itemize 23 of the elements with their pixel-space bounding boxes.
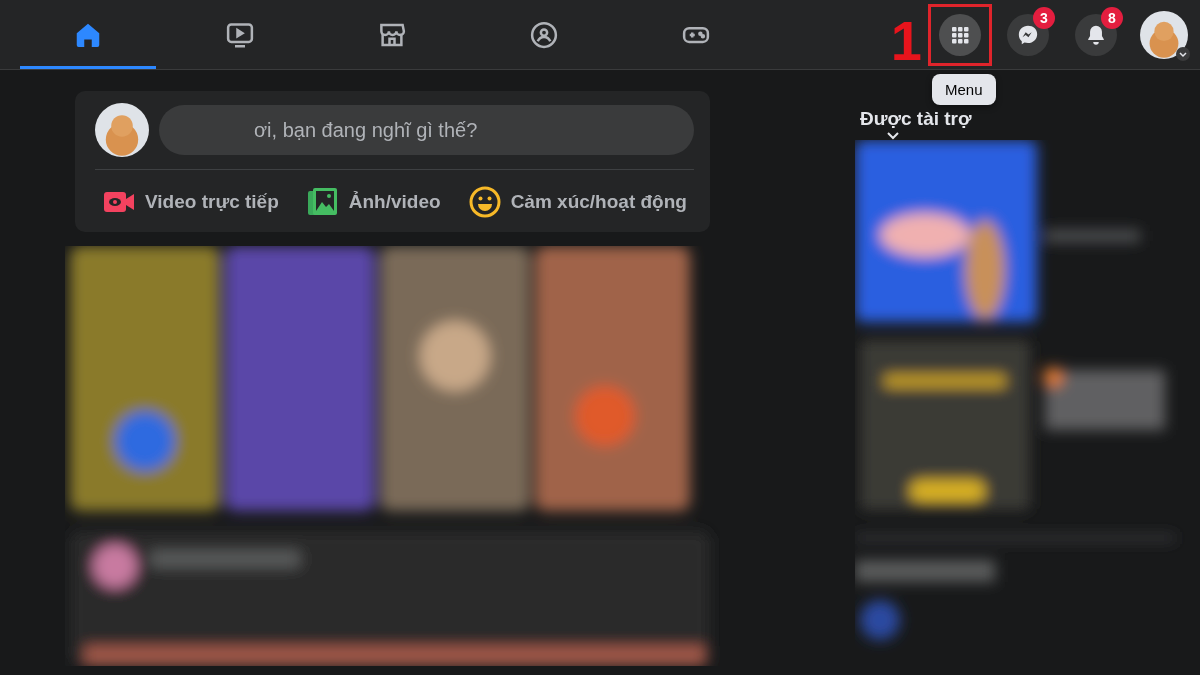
menu-button[interactable] [939,13,981,56]
notifications-button[interactable] [1075,13,1117,56]
avatar[interactable] [1140,10,1188,59]
photos-icon [306,187,339,217]
section-title: Được tài trợ [860,108,973,130]
chevron-icon[interactable] [887,132,899,140]
smiley-icon [468,186,501,218]
grid-icon [950,24,970,45]
annotation-number: 1 [890,12,922,69]
composer-action[interactable]: Video trực tiếp [103,182,279,222]
post-input[interactable]: ơi, bạn đang nghĩ gì thế? [159,105,694,155]
composer-action[interactable]: Cảm xúc/hoạt động [468,182,687,222]
video-camera-icon [103,190,135,214]
bell-icon [1085,23,1107,46]
count-badge: 3 [1033,6,1055,29]
tooltip: Menu [932,74,996,105]
avatar[interactable] [95,103,149,157]
dropdown-icon[interactable] [1176,46,1190,61]
composer-action[interactable]: Ảnh/video [306,182,441,222]
messenger-icon [1017,23,1039,46]
people-circle-icon [529,19,559,50]
messenger-button[interactable] [1007,13,1049,56]
count-badge: 8 [1101,6,1123,29]
